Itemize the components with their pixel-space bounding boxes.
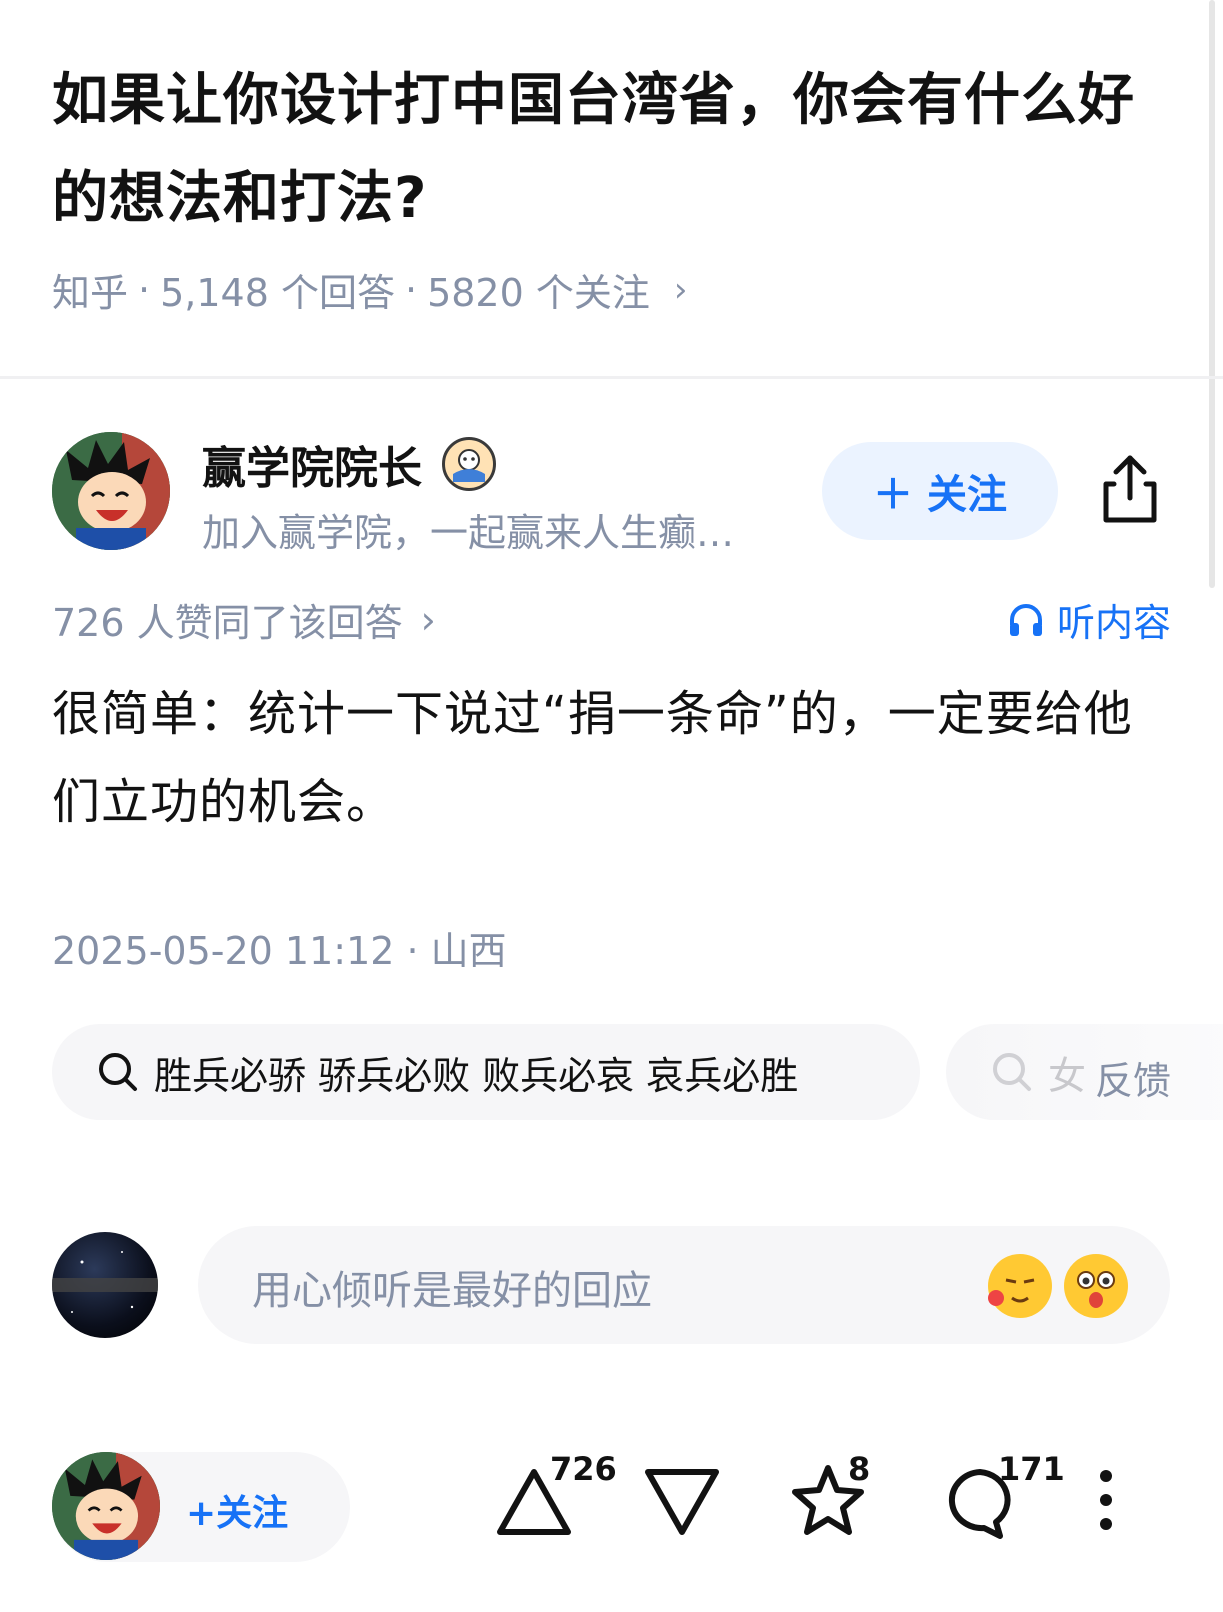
author-name[interactable]: 赢学院院长 <box>202 432 496 496</box>
search-icon <box>99 1053 137 1091</box>
chevron-right-icon: › <box>673 269 688 310</box>
plus-icon: ＋ <box>873 472 913 518</box>
answer-time-location: 2025-05-20 11:12 · 山西 <box>52 929 507 973</box>
upvote-count: 726 <box>550 1450 617 1488</box>
bottom-follow-label: +关注 <box>186 1493 289 1534</box>
author-description: 加入赢学院，一起赢来人生癫… <box>202 511 735 555</box>
divider <box>0 376 1223 379</box>
question-meta[interactable]: 知乎 · 5,148 个回答 · 5820 个关注 › <box>52 262 687 317</box>
question-title[interactable]: 如果让你设计打中国台湾省，你会有什么好的想法和打法? <box>52 52 1172 248</box>
search-suggestion-chip[interactable]: 胜兵必骄 骄兵必败 败兵必哀 哀兵必胜 <box>52 1024 920 1120</box>
share-icon[interactable] <box>1098 452 1162 526</box>
emoji-flower-icon[interactable] <box>988 1254 1052 1318</box>
upvote-summary[interactable]: 726 人赞同了该回答 › <box>52 592 436 647</box>
comment-count: 171 <box>998 1450 1065 1488</box>
answer-body: 很简单：统计一下说过“捐一条命”的，一定要给他们立功的机会。 <box>52 686 1133 830</box>
answer-count: 5,148 个回答 <box>160 271 395 315</box>
downvote-button[interactable] <box>642 1460 722 1544</box>
author-badge-icon <box>442 437 496 491</box>
source-label: 知乎 <box>52 271 129 315</box>
feedback-button[interactable]: 反馈 <box>1095 1050 1171 1105</box>
comment-placeholder: 用心倾听是最好的回应 <box>252 1268 652 1314</box>
author-avatar-small[interactable] <box>52 1452 160 1560</box>
search-icon <box>993 1053 1031 1091</box>
author-avatar[interactable] <box>52 432 170 550</box>
follow-button[interactable]: ＋ 关注 <box>822 442 1058 540</box>
downvote-triangle-icon <box>645 1469 719 1535</box>
search-suggestion-chip[interactable]: 女 <box>946 1024 1223 1120</box>
listen-button[interactable]: 听内容 <box>1007 592 1171 647</box>
emoji-surprised-icon[interactable] <box>1064 1254 1128 1318</box>
user-avatar[interactable] <box>52 1232 158 1338</box>
follow-count: 5820 个关注 <box>427 271 650 315</box>
scrollbar[interactable] <box>1209 0 1215 588</box>
chevron-right-icon: › <box>420 597 436 642</box>
more-options-icon[interactable] <box>1094 1468 1118 1536</box>
headphones-icon <box>1009 603 1042 636</box>
favorite-count: 8 <box>848 1450 871 1488</box>
